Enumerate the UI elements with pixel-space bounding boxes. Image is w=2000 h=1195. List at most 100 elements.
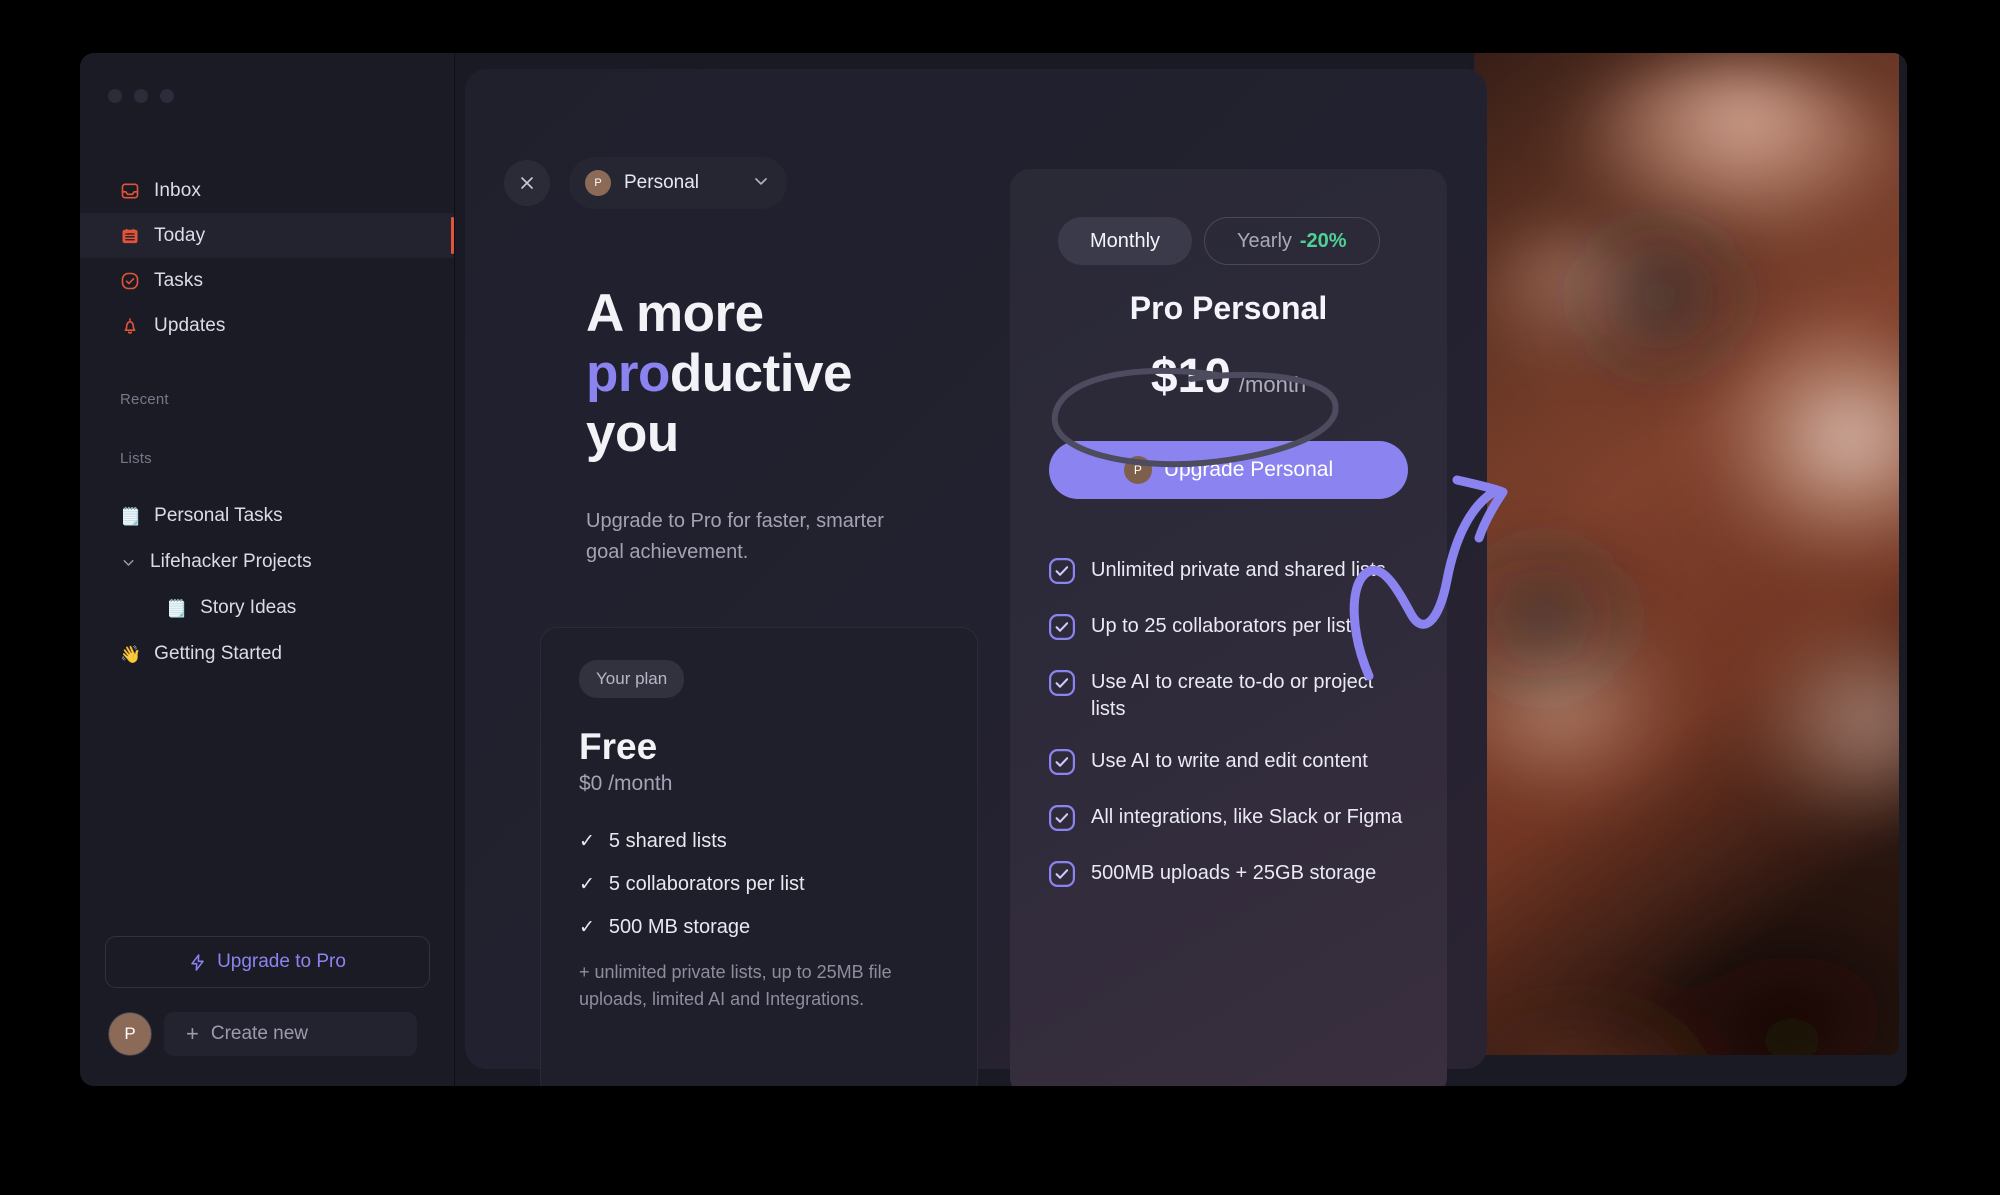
close-window-button[interactable]: [108, 89, 122, 103]
list-item-label: Story Ideas: [200, 597, 297, 618]
sidebar-item-updates[interactable]: Updates: [80, 303, 454, 348]
headline-line-3: you: [586, 403, 679, 463]
close-modal-button[interactable]: [504, 160, 550, 206]
notepad-icon: 🗒️: [120, 506, 142, 526]
list-item: ✓ 5 collaborators per list: [579, 873, 939, 896]
app-window: Inbox Today Tasks Updates Recent Lists 🗒…: [80, 53, 1907, 1086]
create-new-button[interactable]: + Create new: [164, 1012, 417, 1056]
workspace-name: Personal: [624, 172, 699, 193]
inbox-icon: [120, 181, 140, 201]
pro-plan-price: $10/month: [1010, 349, 1447, 404]
lightning-bolt-icon: [188, 953, 207, 972]
workspace-selector[interactable]: P Personal: [569, 157, 787, 209]
sidebar-nav: Inbox Today Tasks Updates: [80, 168, 454, 348]
modal-subtitle: Upgrade to Pro for faster, smarter goal …: [586, 510, 884, 563]
waving-hand-icon: 👋: [120, 644, 142, 664]
minimize-window-button[interactable]: [134, 89, 148, 103]
sidebar-item-label: Today: [154, 224, 206, 246]
cloud-photo: [1474, 53, 1899, 1055]
feature-label: Use AI to write and edit content: [1091, 749, 1368, 772]
check-circle-icon: [1049, 670, 1075, 724]
plus-icon: +: [186, 1021, 199, 1046]
monthly-label: Monthly: [1090, 229, 1161, 252]
free-plan-title: Free: [579, 726, 658, 767]
sidebar-item-label: Inbox: [154, 179, 201, 201]
chevron-down-icon: [751, 171, 771, 196]
yearly-discount-badge: -20%: [1299, 229, 1347, 252]
check-circle-icon: [1049, 748, 1075, 780]
list-item-lifehacker-projects[interactable]: Lifehacker Projects: [80, 539, 454, 585]
hand-drawn-arrow-annotation: [1349, 475, 1508, 681]
pro-plan-title: Pro Personal: [1129, 290, 1328, 326]
free-plan-feature-list: ✓ 5 shared lists ✓ 5 collaborators per l…: [579, 830, 939, 939]
yearly-label: Yearly: [1237, 229, 1292, 252]
check-circle-icon: [120, 271, 140, 291]
sidebar: Inbox Today Tasks Updates Recent Lists 🗒…: [80, 53, 455, 1086]
list-item: ✓ 5 shared lists: [579, 830, 939, 853]
bell-icon: [120, 316, 140, 336]
list-item: ✓ 500 MB storage: [579, 916, 939, 939]
window-traffic-lights: [108, 89, 174, 103]
notepad-icon: 🗒️: [166, 598, 188, 618]
workspace-avatar: P: [1123, 456, 1152, 484]
list-item-personal-tasks[interactable]: 🗒️ Personal Tasks: [80, 493, 454, 539]
feature-label: 500MB uploads + 25GB storage: [1091, 861, 1377, 884]
check-icon: ✓: [579, 874, 595, 895]
tab-yearly[interactable]: Yearly -20%: [1204, 217, 1380, 265]
check-circle-icon: [1049, 558, 1075, 589]
list-item-label: Getting Started: [154, 643, 282, 664]
upgrade-to-pro-label: Upgrade to Pro: [217, 951, 346, 972]
sidebar-item-today[interactable]: Today: [80, 213, 454, 258]
calendar-icon: [120, 226, 140, 246]
feature-label: 500 MB storage: [608, 916, 751, 938]
sidebar-item-inbox[interactable]: Inbox: [80, 168, 454, 213]
sidebar-lists: 🗒️ Personal Tasks Lifehacker Projects 🗒️…: [80, 493, 454, 677]
billing-period-toggle: Monthly Yearly -20%: [1058, 217, 1380, 265]
page-title: A more productive you: [586, 284, 1006, 464]
close-icon: [521, 177, 533, 189]
free-plan-card: Your plan Free $0 /month ✓ 5 shared list…: [540, 627, 978, 1086]
check-circle-icon: [1049, 804, 1075, 836]
pro-plan-period: /month: [1238, 372, 1307, 397]
sidebar-item-label: Tasks: [154, 269, 204, 291]
free-plan-note: + unlimited private lists, up to 25MB fi…: [579, 962, 892, 1010]
feature-label: Up to 25 collaborators per list: [1091, 615, 1352, 637]
list-item-story-ideas[interactable]: 🗒️ Story Ideas: [80, 585, 454, 631]
screen: Inbox Today Tasks Updates Recent Lists 🗒…: [0, 0, 2000, 1195]
check-circle-icon: [1049, 860, 1075, 892]
list-item: All integrations, like Slack or Figma: [1049, 804, 1407, 836]
list-item: Use AI to write and edit content: [1049, 748, 1407, 780]
sidebar-item-tasks[interactable]: Tasks: [80, 258, 454, 303]
your-plan-badge: Your plan: [579, 660, 685, 698]
list-item-label: Personal Tasks: [154, 505, 283, 526]
sidebar-section-recent: Recent: [120, 391, 169, 408]
avatar[interactable]: P: [108, 1012, 152, 1056]
workspace-avatar: P: [585, 170, 611, 196]
check-circle-icon: [1049, 614, 1075, 645]
feature-label: 5 shared lists: [608, 830, 727, 852]
free-plan-price: $0 /month: [579, 772, 673, 795]
upgrade-to-pro-button[interactable]: Upgrade to Pro: [104, 936, 430, 988]
create-new-label: Create new: [210, 1023, 309, 1044]
sidebar-item-label: Updates: [154, 314, 226, 336]
headline-line-1: A more: [586, 284, 764, 343]
upgrade-personal-label: Upgrade Personal: [1163, 458, 1334, 481]
chevron-down-icon[interactable]: [120, 554, 137, 571]
check-icon: ✓: [579, 917, 595, 938]
headline-line-2-rest: ductive: [669, 343, 853, 403]
pro-plan-amount: $10: [1150, 350, 1231, 403]
list-item-label: Lifehacker Projects: [150, 551, 312, 572]
main-stage: P Personal A more productive you Upgrade…: [455, 53, 1907, 1086]
check-icon: ✓: [579, 831, 595, 852]
headline-highlight: pro: [586, 343, 670, 403]
sidebar-footer: Upgrade to Pro P + Create new: [80, 936, 454, 1056]
list-item-getting-started[interactable]: 👋 Getting Started: [80, 631, 454, 677]
feature-label: 5 collaborators per list: [608, 873, 805, 895]
feature-label: All integrations, like Slack or Figma: [1091, 805, 1403, 828]
upgrade-modal: P Personal A more productive you Upgrade…: [465, 69, 1508, 1086]
maximize-window-button[interactable]: [160, 89, 174, 103]
sidebar-section-lists: Lists: [120, 450, 152, 467]
tab-monthly[interactable]: Monthly: [1058, 217, 1193, 265]
cloud-image: [1474, 53, 1899, 1055]
sidebar-account-row: P + Create new: [80, 1012, 454, 1056]
